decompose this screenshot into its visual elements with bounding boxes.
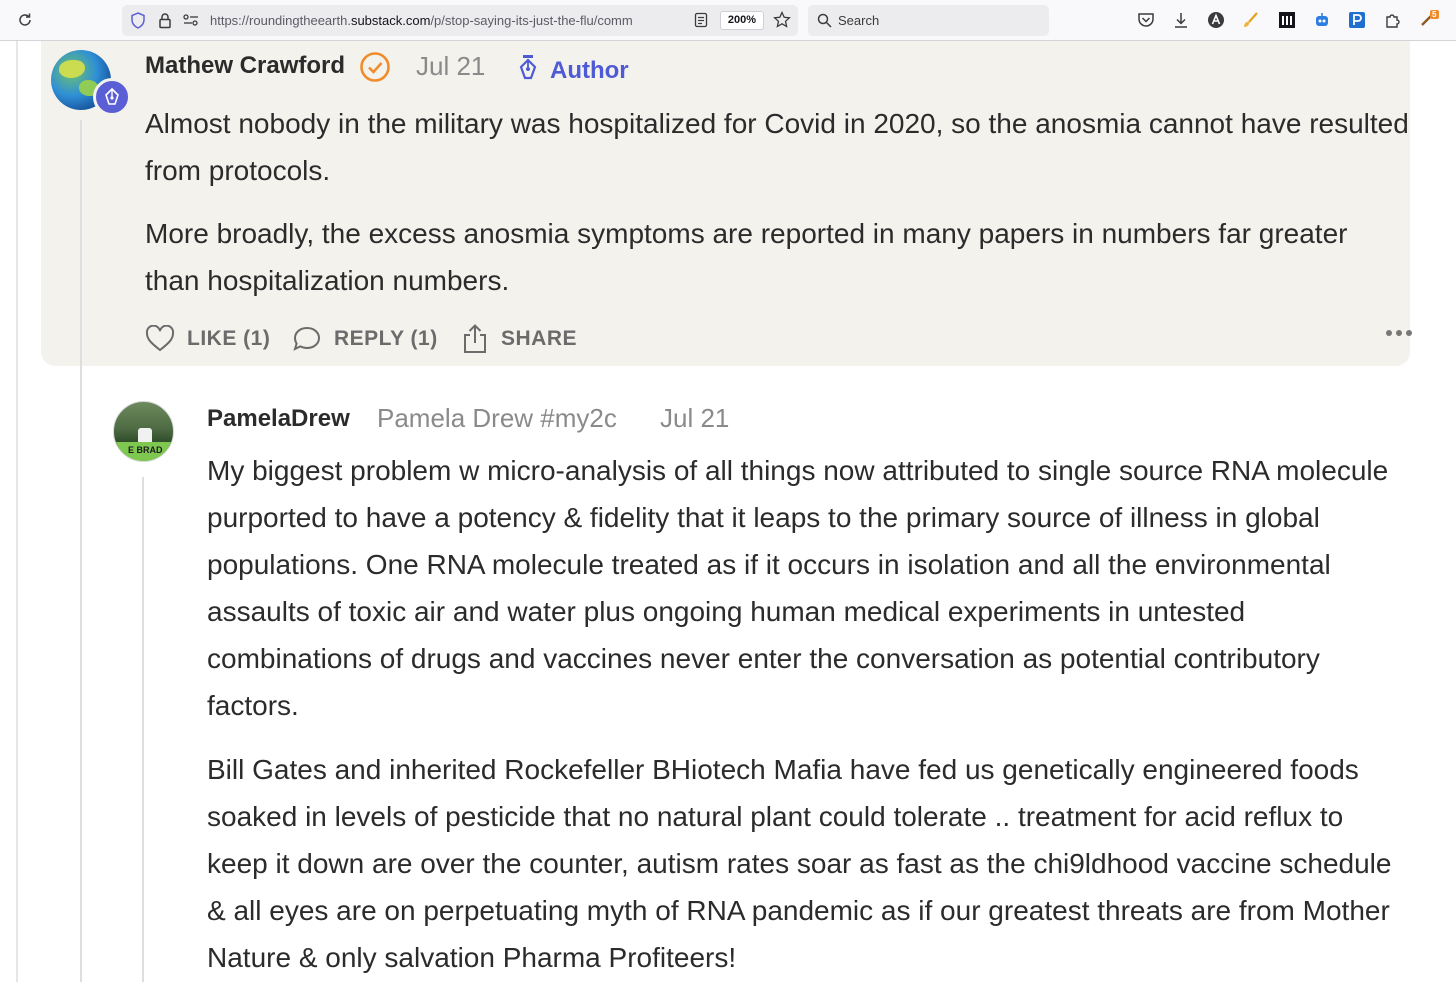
verified-check-icon <box>359 51 391 88</box>
comment-display-name[interactable]: Pamela Drew #my2c <box>377 403 617 434</box>
comment-body-paragraph: Bill Gates and inherited Rockefeller BHi… <box>207 754 1392 973</box>
share-label: SHARE <box>501 327 578 350</box>
more-options-icon[interactable] <box>1386 330 1412 336</box>
address-bar[interactable]: https://roundingtheearth.substack.com/p/… <box>122 5 798 36</box>
extension-badge-icon[interactable]: 5 <box>1418 9 1440 31</box>
heart-icon <box>145 325 175 352</box>
pocket-icon[interactable] <box>1135 9 1157 31</box>
comment-body-paragraph: My biggest problem w micro-analysis of a… <box>207 455 1389 721</box>
bookmark-star-icon[interactable] <box>773 10 791 34</box>
comment-author-name[interactable]: PamelaDrew <box>207 405 350 433</box>
comment-date[interactable]: Jul 21 <box>660 403 729 434</box>
extension-brush-icon[interactable] <box>1240 9 1262 31</box>
zoom-level-badge[interactable]: 200% <box>720 11 764 30</box>
reader-view-icon[interactable] <box>694 12 708 33</box>
extension-m-icon[interactable] <box>1276 9 1298 31</box>
search-icon <box>817 13 832 33</box>
outer-thread-rule <box>16 41 18 982</box>
like-button[interactable]: LIKE (1) <box>145 325 270 353</box>
author-label: Author <box>550 57 629 84</box>
comment-body-paragraph: Almost nobody in the military was hospit… <box>145 108 1409 186</box>
comment-card-highlighted <box>41 41 1410 366</box>
extension-badge-count: 5 <box>1432 10 1437 19</box>
avatar-text: E BRAD <box>128 445 163 455</box>
url-path: /p/stop-saying-its-just-the-flu/comm <box>430 13 633 28</box>
tracking-shield-icon[interactable] <box>130 12 146 34</box>
author-pen-badge-icon <box>93 78 131 116</box>
comment-author-name[interactable]: Mathew Crawford <box>145 52 345 80</box>
url-domain: substack.com <box>350 13 431 28</box>
permissions-icon[interactable] <box>182 13 200 32</box>
extension-robot-icon[interactable] <box>1311 9 1333 31</box>
search-bar[interactable]: Search <box>808 5 1049 36</box>
extension-a-icon[interactable] <box>1205 9 1227 31</box>
like-label: LIKE (1) <box>187 327 271 350</box>
reply-button[interactable]: REPLY (1) <box>292 325 438 353</box>
share-icon <box>464 324 486 353</box>
extension-p-icon[interactable] <box>1346 9 1368 31</box>
reply-thread-line <box>142 477 144 982</box>
extensions-puzzle-icon[interactable] <box>1382 9 1404 31</box>
url-text[interactable]: https://roundingtheearth.substack.com/p/… <box>210 13 692 29</box>
globe-land-shape <box>59 60 85 78</box>
reply-label: REPLY (1) <box>334 327 438 350</box>
downloads-icon[interactable] <box>1170 9 1192 31</box>
comment-body-paragraph: More broadly, the excess anosmia symptom… <box>145 218 1348 296</box>
page-content: Mathew Crawford Jul 21 Author Almost nob… <box>0 41 1456 982</box>
speech-bubble-icon <box>293 326 321 351</box>
lock-icon[interactable] <box>158 12 172 34</box>
reload-icon[interactable] <box>14 9 36 31</box>
url-scheme: https:// <box>210 13 250 28</box>
search-input[interactable]: Search <box>838 13 879 28</box>
comment-thread-line <box>80 120 82 982</box>
avatar[interactable]: E BRAD <box>113 401 174 462</box>
comment-date[interactable]: Jul 21 <box>416 51 485 82</box>
share-button[interactable]: SHARE <box>461 323 577 355</box>
author-pen-icon <box>517 54 539 85</box>
browser-toolbar: https://roundingtheearth.substack.com/p/… <box>0 0 1456 41</box>
url-subdomain: roundingtheearth. <box>249 13 351 28</box>
